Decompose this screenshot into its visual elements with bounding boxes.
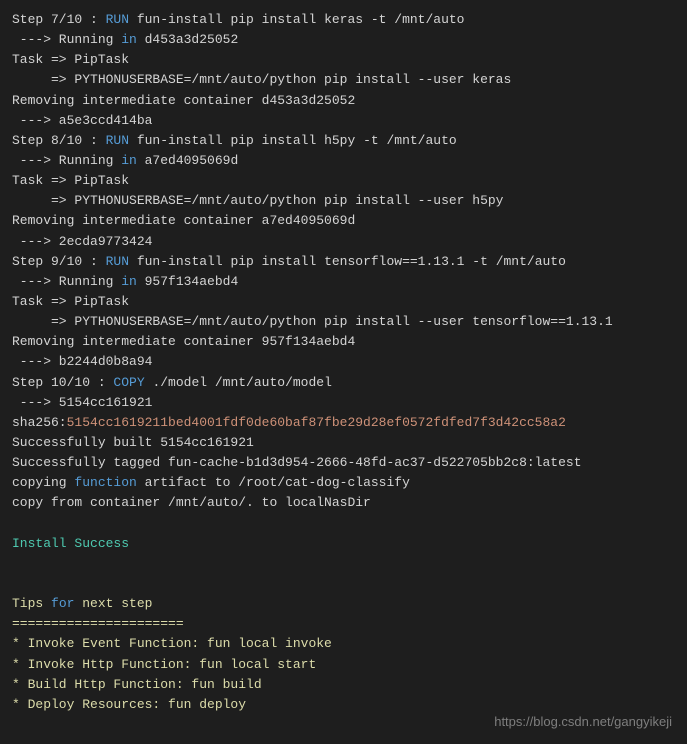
- terminal-text-segment: Successfully tagged fun-cache-b1d3d954-2…: [12, 455, 582, 470]
- terminal-text-segment: artifact to /root/cat-dog-classify: [137, 475, 410, 490]
- terminal-line: => PYTHONUSERBASE=/mnt/auto/python pip i…: [12, 312, 675, 332]
- terminal-text-segment: * Deploy Resources: fun deploy: [12, 697, 246, 712]
- terminal-text-segment: Task => PipTask: [12, 294, 129, 309]
- terminal-text-segment: Step 10/10 :: [12, 375, 113, 390]
- terminal-text-segment: * Invoke Event Function: fun local invok…: [12, 636, 332, 651]
- terminal-text-segment: sha256:: [12, 415, 67, 430]
- terminal-text-segment: fun-install pip install tensorflow==1.13…: [129, 254, 566, 269]
- terminal-line: * Invoke Event Function: fun local invok…: [12, 634, 675, 654]
- terminal-text-segment: * Build Http Function: fun build: [12, 677, 262, 692]
- terminal-line: [12, 574, 675, 594]
- terminal-text-segment: ---> b2244d0b8a94: [12, 354, 152, 369]
- terminal-line: Step 7/10 : RUN fun-install pip install …: [12, 10, 675, 30]
- terminal-text-segment: fun-install pip install h5py -t /mnt/aut…: [129, 133, 457, 148]
- terminal-line: Successfully tagged fun-cache-b1d3d954-2…: [12, 453, 675, 473]
- terminal-text-segment: => PYTHONUSERBASE=/mnt/auto/python pip i…: [12, 193, 503, 208]
- terminal-text-segment: * Invoke Http Function: fun local start: [12, 657, 316, 672]
- terminal-text-segment: next step: [74, 596, 152, 611]
- terminal-text-segment: Step 9/10 :: [12, 254, 106, 269]
- terminal-line: copy from container /mnt/auto/. to local…: [12, 493, 675, 513]
- terminal-line: ---> 2ecda9773424: [12, 232, 675, 252]
- terminal-line: ---> Running in 957f134aebd4: [12, 272, 675, 292]
- terminal-text-segment: ---> Running: [12, 32, 121, 47]
- terminal-text-segment: Removing intermediate container d453a3d2…: [12, 93, 355, 108]
- terminal-line: Step 9/10 : RUN fun-install pip install …: [12, 252, 675, 272]
- terminal-line: ---> Running in a7ed4095069d: [12, 151, 675, 171]
- terminal-text-segment: Removing intermediate container 957f134a…: [12, 334, 355, 349]
- terminal-text-segment: => PYTHONUSERBASE=/mnt/auto/python pip i…: [12, 314, 613, 329]
- terminal-line: => PYTHONUSERBASE=/mnt/auto/python pip i…: [12, 70, 675, 90]
- terminal-text-segment: Tips: [12, 596, 51, 611]
- terminal-line: sha256:5154cc1619211bed4001fdf0de60baf87…: [12, 413, 675, 433]
- terminal-text-segment: ---> 5154cc161921: [12, 395, 152, 410]
- terminal-text-segment: COPY: [113, 375, 144, 390]
- terminal-line: Removing intermediate container 957f134a…: [12, 332, 675, 352]
- terminal-text-segment: ---> Running: [12, 153, 121, 168]
- terminal-text-segment: Task => PipTask: [12, 173, 129, 188]
- terminal-text-segment: a7ed4095069d: [137, 153, 238, 168]
- terminal-line: [12, 554, 675, 574]
- terminal-text-segment: ./model /mnt/auto/model: [145, 375, 332, 390]
- terminal-text-segment: RUN: [106, 254, 129, 269]
- terminal-line: Removing intermediate container d453a3d2…: [12, 91, 675, 111]
- terminal-line: [12, 514, 675, 534]
- terminal-line: Task => PipTask: [12, 171, 675, 191]
- terminal-text-segment: ---> a5e3ccd414ba: [12, 113, 152, 128]
- terminal-text-segment: Removing intermediate container a7ed4095…: [12, 213, 355, 228]
- terminal-text-segment: function: [74, 475, 136, 490]
- terminal-text-segment: 5154cc1619211bed4001fdf0de60baf87fbe29d2…: [67, 415, 566, 430]
- terminal-line: ---> 5154cc161921: [12, 393, 675, 413]
- terminal-text-segment: d453a3d25052: [137, 32, 238, 47]
- terminal-line: * Build Http Function: fun build: [12, 675, 675, 695]
- terminal-line: ======================: [12, 614, 675, 634]
- terminal-text-segment: copying: [12, 475, 74, 490]
- terminal-text-segment: in: [121, 32, 137, 47]
- watermark: https://blog.csdn.net/gangyikeji: [494, 712, 672, 732]
- terminal-text-segment: RUN: [106, 133, 129, 148]
- terminal-text-segment: ======================: [12, 616, 184, 631]
- terminal-line: Task => PipTask: [12, 292, 675, 312]
- terminal-text-segment: ---> 2ecda9773424: [12, 234, 152, 249]
- terminal-line: ---> b2244d0b8a94: [12, 352, 675, 372]
- terminal-line: ---> a5e3ccd414ba: [12, 111, 675, 131]
- terminal-text-segment: Task => PipTask: [12, 52, 129, 67]
- terminal-line: Step 8/10 : RUN fun-install pip install …: [12, 131, 675, 151]
- terminal-text-segment: => PYTHONUSERBASE=/mnt/auto/python pip i…: [12, 72, 511, 87]
- terminal-text-segment: ---> Running: [12, 274, 121, 289]
- terminal-line: * Invoke Http Function: fun local start: [12, 655, 675, 675]
- terminal-text-segment: [12, 576, 20, 591]
- terminal-text-segment: in: [121, 153, 137, 168]
- terminal-text-segment: [12, 516, 20, 531]
- terminal-text-segment: Successfully built 5154cc161921: [12, 435, 254, 450]
- terminal-line: => PYTHONUSERBASE=/mnt/auto/python pip i…: [12, 191, 675, 211]
- terminal-line: Install Success: [12, 534, 675, 554]
- terminal-text-segment: Step 8/10 :: [12, 133, 106, 148]
- terminal-output: Step 7/10 : RUN fun-install pip install …: [12, 10, 675, 715]
- terminal-line: Successfully built 5154cc161921: [12, 433, 675, 453]
- terminal-text-segment: in: [121, 274, 137, 289]
- terminal-text-segment: 957f134aebd4: [137, 274, 238, 289]
- terminal-line: Tips for next step: [12, 594, 675, 614]
- terminal-line: Task => PipTask: [12, 50, 675, 70]
- terminal-text-segment: Install Success: [12, 536, 129, 551]
- terminal-line: ---> Running in d453a3d25052: [12, 30, 675, 50]
- terminal-text-segment: copy from container /mnt/auto/. to local…: [12, 495, 371, 510]
- terminal-text-segment: RUN: [106, 12, 129, 27]
- terminal-text-segment: [12, 556, 20, 571]
- terminal-line: Step 10/10 : COPY ./model /mnt/auto/mode…: [12, 373, 675, 393]
- terminal-line: Removing intermediate container a7ed4095…: [12, 211, 675, 231]
- terminal-text-segment: Step 7/10 :: [12, 12, 106, 27]
- terminal-line: copying function artifact to /root/cat-d…: [12, 473, 675, 493]
- terminal-text-segment: for: [51, 596, 74, 611]
- terminal-text-segment: fun-install pip install keras -t /mnt/au…: [129, 12, 464, 27]
